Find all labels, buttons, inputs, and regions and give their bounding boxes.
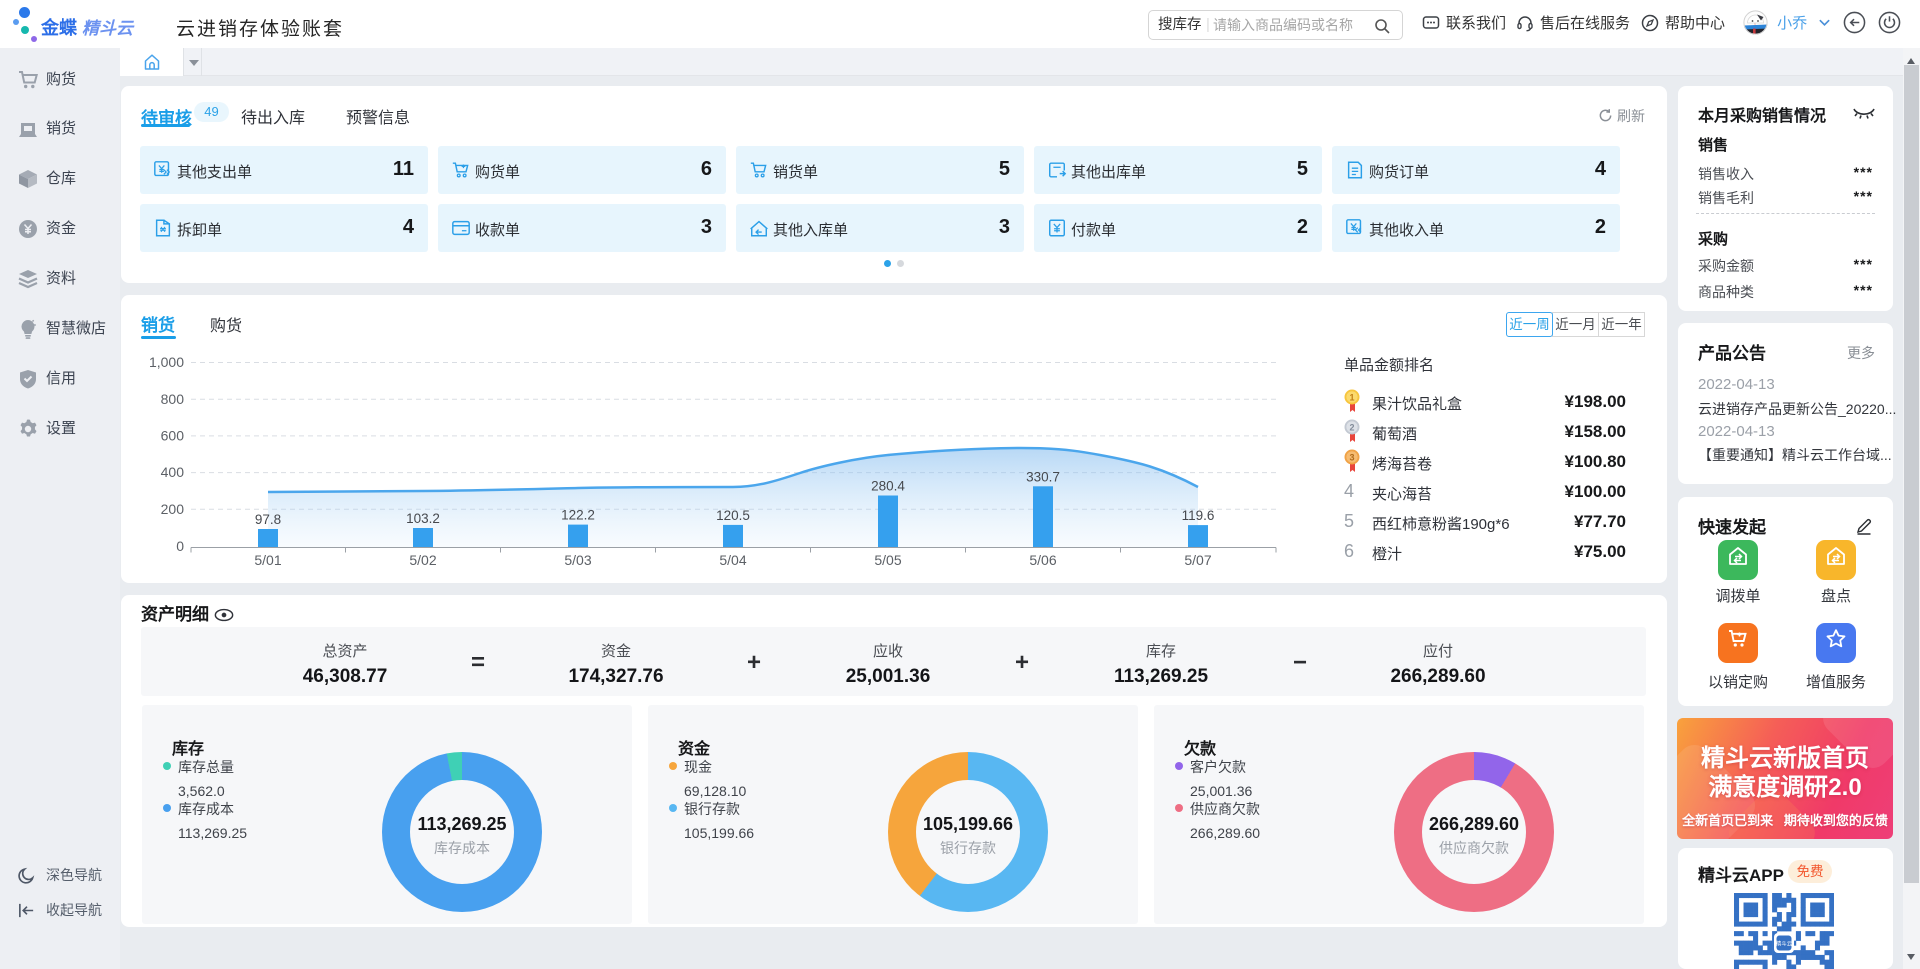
svg-text:5/07: 5/07 [1184, 552, 1211, 568]
svg-text:1: 1 [1349, 393, 1354, 403]
svg-text:200: 200 [161, 501, 185, 517]
svg-text:800: 800 [161, 391, 185, 407]
svg-text:400: 400 [161, 464, 185, 480]
svg-text:1,000: 1,000 [149, 354, 184, 370]
svg-text:0: 0 [176, 538, 184, 554]
svg-text:280.4: 280.4 [871, 479, 905, 494]
svg-text:2: 2 [1349, 423, 1354, 433]
svg-text:5/04: 5/04 [719, 552, 746, 568]
svg-text:600: 600 [161, 428, 185, 444]
svg-text:3: 3 [1349, 453, 1354, 463]
svg-text:精斗云: 精斗云 [1776, 940, 1793, 948]
svg-text:5/06: 5/06 [1029, 552, 1056, 568]
svg-text:5/01: 5/01 [254, 552, 281, 568]
svg-text:5/05: 5/05 [874, 552, 901, 568]
svg-text:103.2: 103.2 [406, 511, 440, 526]
svg-text:330.7: 330.7 [1026, 469, 1060, 484]
svg-text:5/03: 5/03 [564, 552, 591, 568]
svg-text:5/02: 5/02 [409, 552, 436, 568]
svg-text:97.8: 97.8 [255, 512, 281, 527]
svg-text:119.6: 119.6 [1182, 508, 1215, 523]
svg-text:120.5: 120.5 [716, 508, 750, 523]
svg-text:122.2: 122.2 [561, 508, 595, 523]
